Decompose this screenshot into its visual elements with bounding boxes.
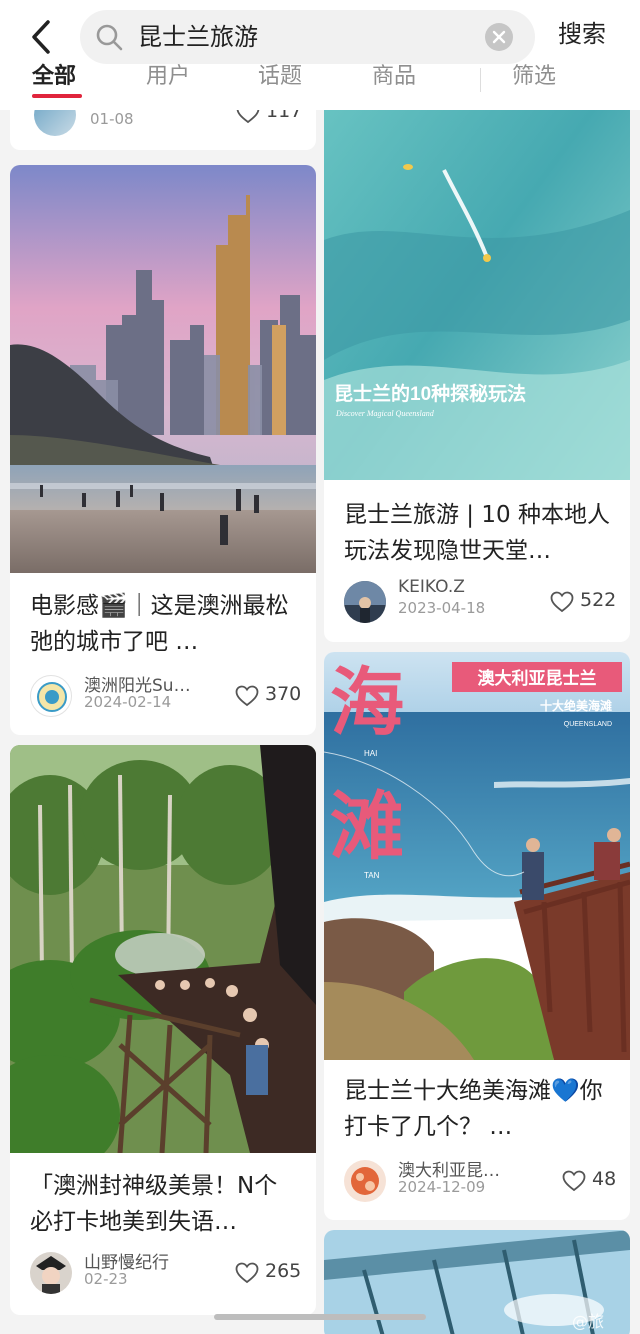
tab-filter[interactable]: 筛选 (512, 62, 556, 92)
note-date: 02-23 (84, 1270, 128, 1288)
overlay-title: 昆士兰的10种探秘玩法 (334, 382, 526, 405)
home-indicator (214, 1314, 426, 1320)
cover-big-char-1: 海 (330, 660, 404, 746)
search-icon (96, 24, 123, 51)
avatar (344, 1160, 386, 1202)
note-date: 2023-04-18 (398, 599, 486, 617)
cover-image (10, 745, 316, 1153)
note-author[interactable]: 山野慢纪行 02-23 (30, 1252, 230, 1298)
author-name: KEIKO.Z (398, 577, 465, 597)
heart-icon (235, 1262, 259, 1284)
note-card-rainforest-train[interactable]: 「澳洲封神级美景！N个必打卡地美到失语… 山野慢纪行 02-23 265 (10, 745, 316, 1315)
like-count: 370 (265, 683, 302, 705)
like-count: 522 (580, 589, 617, 611)
search-input[interactable]: 昆士兰旅游 (138, 21, 258, 53)
note-title: 「澳洲封神级美景！N个必打卡地美到失语… (30, 1173, 278, 1235)
active-tab-indicator (32, 94, 82, 98)
note-author[interactable]: 澳洲阳光Su… 2024-02-14 (30, 675, 230, 721)
search-results-page: 昆士兰旅游 搜索 全部 用户 话题 商品 筛选 01-08 117 电影感🎬｜这… (0, 0, 640, 1334)
cover-image: 昆士兰的10种探秘玩法 Discover Magical Queensland (324, 60, 630, 480)
heart-icon (550, 591, 574, 613)
search-header: 昆士兰旅游 搜索 全部 用户 话题 商品 筛选 (0, 0, 640, 110)
cover-sub-banner: 十大绝美海滩 (540, 698, 612, 713)
watermark: @旅 (572, 1312, 605, 1331)
cover-image: 澳大利亚昆士兰 十大绝美海滩 QUEENSLAND 海 HAI 滩 TAN (324, 652, 630, 1060)
avatar (30, 1252, 72, 1294)
tab-all[interactable]: 全部 (32, 62, 76, 92)
tab-goods[interactable]: 商品 (372, 62, 416, 92)
note-author[interactable]: 澳大利亚昆… 2024-12-09 (344, 1160, 544, 1206)
note-date: 2024-12-09 (398, 1178, 486, 1196)
avatar (30, 675, 72, 717)
result-tabs: 全部 用户 话题 商品 筛选 (0, 62, 640, 102)
back-arrow-icon[interactable] (22, 14, 62, 60)
tab-users[interactable]: 用户 (146, 62, 190, 92)
cover-pinyin-2: TAN (364, 871, 380, 880)
heart-icon (562, 1170, 586, 1192)
note-title: 电影感🎬｜这是澳洲最松弛的城市了吧 … (30, 593, 289, 655)
note-title: 昆士兰十大绝美海滩💙你打卡了几个？ … (344, 1078, 603, 1140)
cover-brand: QUEENSLAND (564, 721, 612, 728)
note-card-ocean-aerial[interactable]: 昆士兰的10种探秘玩法 Discover Magical Queensland … (324, 60, 630, 642)
cover-banner: 澳大利亚昆士兰 (478, 668, 597, 688)
overlay-subtitle: Discover Magical Queensland (335, 409, 435, 418)
clear-search-icon[interactable] (485, 23, 513, 51)
tab-topics[interactable]: 话题 (258, 62, 302, 92)
note-card-beach-city[interactable]: 电影感🎬｜这是澳洲最松弛的城市了吧 … 澳洲阳光Su… 2024-02-14 3… (10, 165, 316, 735)
like-count: 48 (592, 1168, 617, 1190)
cover-pinyin-1: HAI (364, 749, 377, 758)
note-date: 01-08 (90, 110, 134, 128)
note-author[interactable]: KEIKO.Z 2023-04-18 (344, 577, 544, 627)
cover-big-char-2: 滩 (330, 784, 404, 870)
note-date: 2024-02-14 (84, 693, 172, 711)
heart-icon (235, 685, 259, 707)
note-card-beaches[interactable]: 澳大利亚昆士兰 十大绝美海滩 QUEENSLAND 海 HAI 滩 TAN 昆士… (324, 652, 630, 1220)
avatar (344, 581, 386, 623)
tab-divider (480, 68, 481, 92)
search-bar[interactable]: 昆士兰旅游 (80, 10, 535, 64)
search-button[interactable]: 搜索 (558, 18, 606, 50)
like-count: 265 (265, 1260, 302, 1282)
note-title: 昆士兰旅游 | 10 种本地人玩法发现隐世天堂… (344, 502, 610, 564)
cover-image (10, 165, 316, 573)
